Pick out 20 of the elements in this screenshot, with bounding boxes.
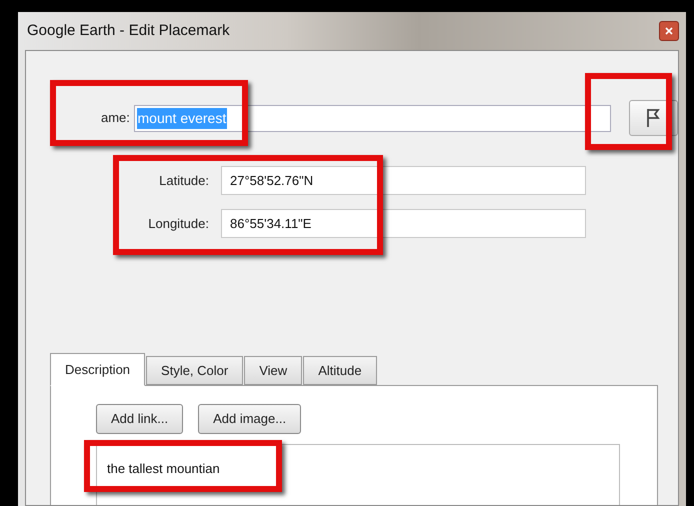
coordinate-value: 86°55'34.11"E [230, 214, 312, 233]
flag-icon [646, 108, 660, 128]
coordinate-field[interactable]: 86°55'34.11"E [221, 209, 586, 238]
tab[interactable]: Style, Color [146, 356, 244, 385]
tab[interactable]: View [244, 356, 302, 385]
coordinate-label: Longitude: [147, 214, 209, 233]
coordinate-value: 27°58'52.76"N [230, 172, 314, 190]
close-button[interactable] [659, 21, 679, 41]
close-icon [665, 27, 673, 35]
tab[interactable]: Description [50, 353, 146, 386]
add-button[interactable]: Add image... [198, 404, 302, 434]
name-label: ame: [101, 109, 131, 128]
window-title: Google Earth - Edit Placemark [26, 20, 230, 41]
coordinate-label: Latitude: [158, 172, 209, 190]
description-text: the tallest mountian [107, 461, 220, 476]
name-value: mount everest [136, 108, 228, 128]
coordinate-field[interactable]: 27°58'52.76"N [221, 166, 586, 195]
tab[interactable]: Altitude [303, 356, 377, 385]
add-button[interactable]: Add link... [96, 404, 184, 434]
description-field[interactable]: the tallest mountian [96, 444, 620, 505]
